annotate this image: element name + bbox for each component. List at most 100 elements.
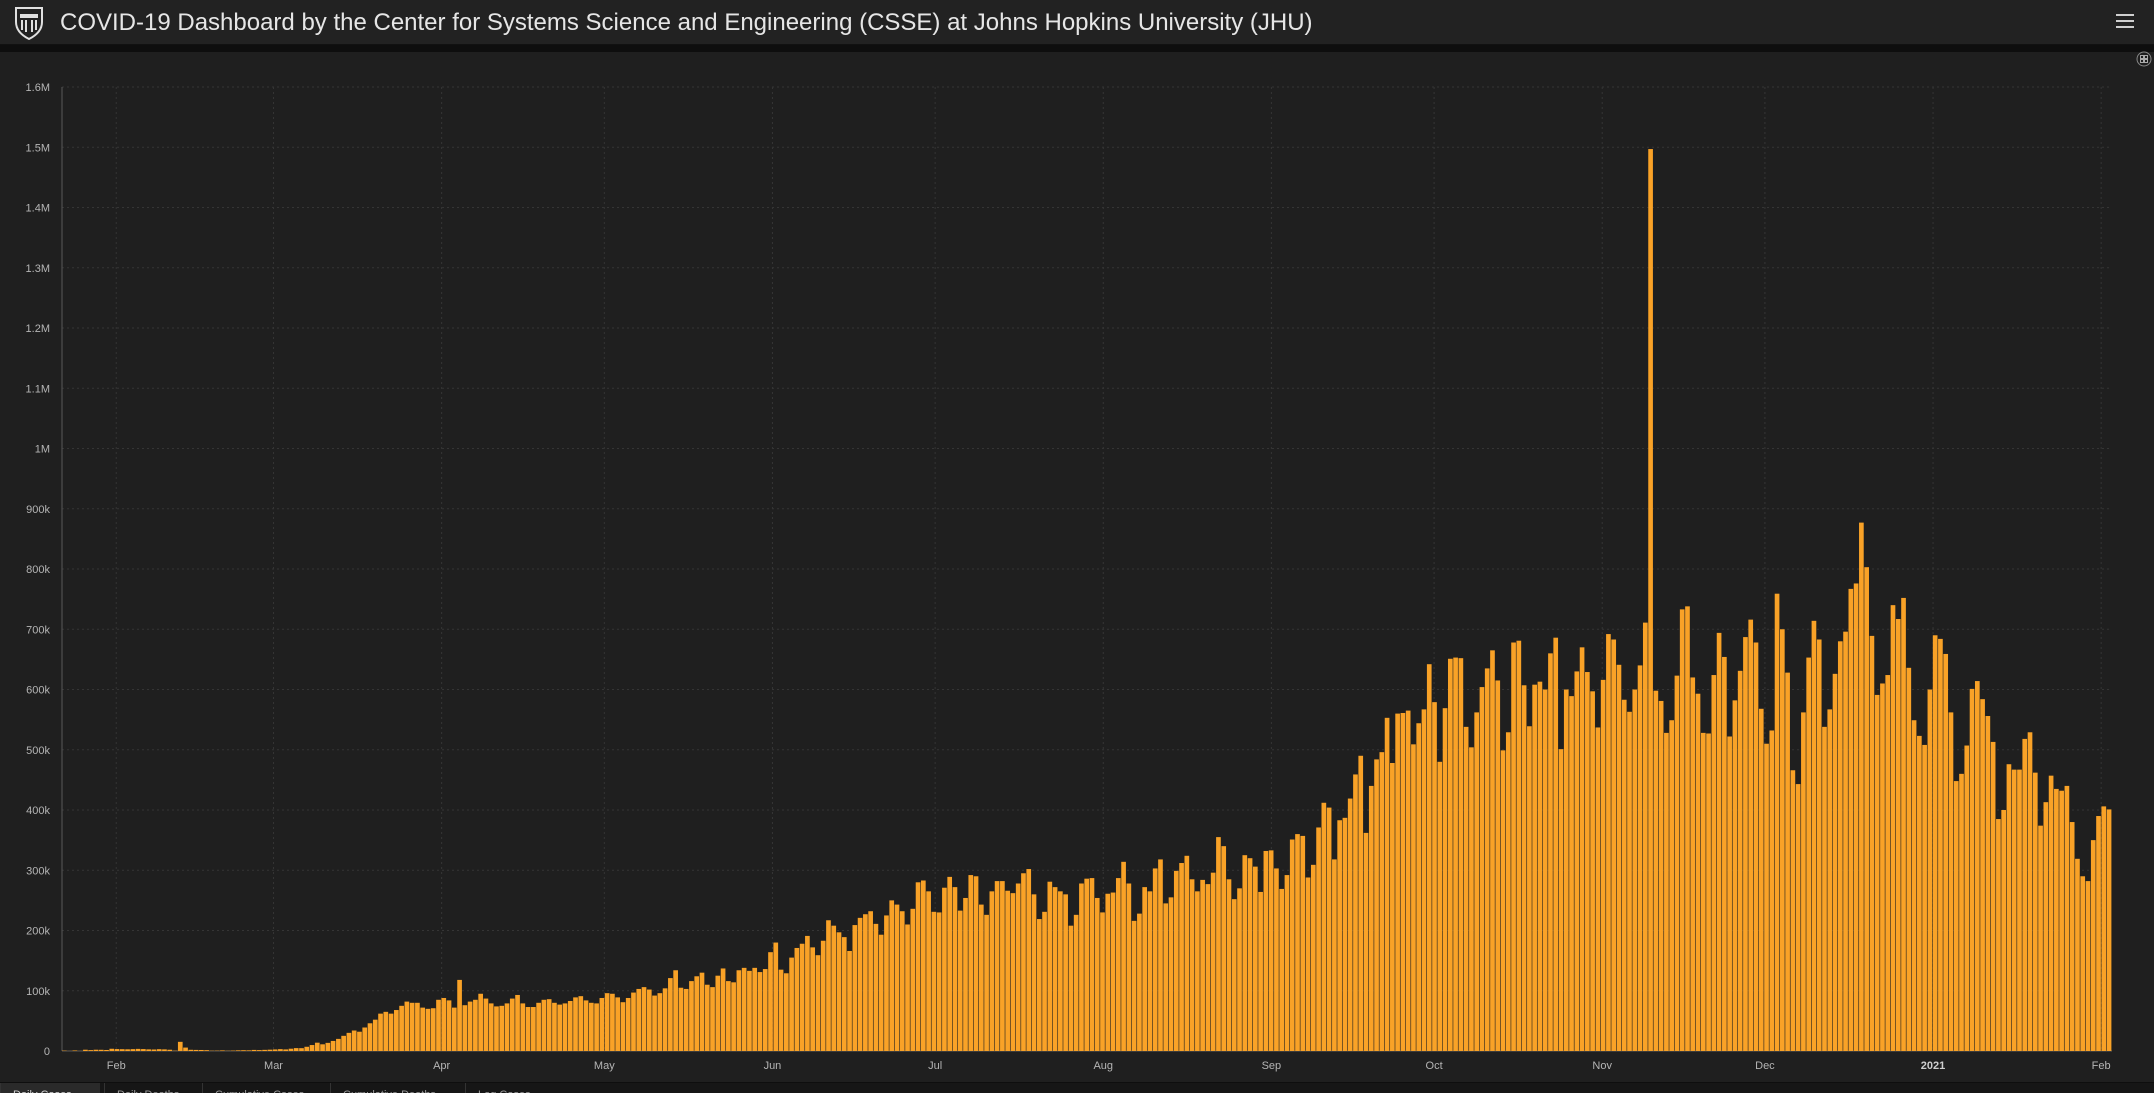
bar[interactable] <box>1527 726 1532 1051</box>
bar[interactable] <box>525 1007 531 1051</box>
bar[interactable] <box>1611 639 1617 1051</box>
bar[interactable] <box>905 924 910 1051</box>
bar[interactable] <box>699 972 705 1051</box>
bar[interactable] <box>409 1002 415 1051</box>
bar[interactable] <box>1606 634 1611 1051</box>
bar[interactable] <box>1679 609 1685 1051</box>
bar[interactable] <box>2059 790 2064 1051</box>
bar[interactable] <box>1200 879 1205 1051</box>
bar[interactable] <box>1722 656 1727 1051</box>
bar[interactable] <box>631 992 636 1051</box>
bar[interactable] <box>183 1047 188 1051</box>
bar[interactable] <box>1342 817 1348 1051</box>
bar[interactable] <box>1305 877 1311 1051</box>
bar[interactable] <box>1505 732 1511 1051</box>
bar[interactable] <box>1642 622 1648 1051</box>
bar[interactable] <box>267 1049 273 1051</box>
bar[interactable] <box>1822 726 1827 1051</box>
bar[interactable] <box>483 998 489 1051</box>
bar[interactable] <box>1959 773 1964 1051</box>
bar[interactable] <box>625 997 631 1051</box>
bar[interactable] <box>272 1049 278 1051</box>
bar[interactable] <box>1779 629 1785 1051</box>
bar[interactable] <box>636 988 642 1051</box>
bar[interactable] <box>710 987 715 1051</box>
bar[interactable] <box>668 978 673 1051</box>
bar[interactable] <box>162 1049 167 1051</box>
jhu-shield-icon[interactable] <box>13 6 45 40</box>
bar[interactable] <box>1463 726 1469 1051</box>
expand-icon[interactable] <box>2136 51 2152 67</box>
bar[interactable] <box>1258 891 1263 1051</box>
bar[interactable] <box>177 1041 183 1051</box>
bar[interactable] <box>488 1003 494 1051</box>
bar[interactable] <box>1321 802 1327 1051</box>
bar[interactable] <box>1195 891 1200 1051</box>
bar[interactable] <box>1416 723 1422 1051</box>
bar[interactable] <box>1411 744 1416 1051</box>
bar[interactable] <box>1943 653 1949 1051</box>
bar[interactable] <box>1938 638 1943 1051</box>
bar[interactable] <box>899 911 905 1051</box>
bar[interactable] <box>799 943 805 1051</box>
bar[interactable] <box>2106 809 2112 1051</box>
bar[interactable] <box>372 1019 378 1051</box>
bar[interactable] <box>2017 769 2022 1051</box>
bar[interactable] <box>1806 657 1812 1051</box>
bar[interactable] <box>921 880 926 1051</box>
bar[interactable] <box>1653 690 1659 1051</box>
bar[interactable] <box>2054 788 2059 1051</box>
bar[interactable] <box>557 1004 563 1051</box>
bar[interactable] <box>288 1048 294 1051</box>
bar[interactable] <box>1405 710 1411 1051</box>
bar[interactable] <box>794 947 800 1051</box>
bar[interactable] <box>1737 670 1743 1051</box>
bar[interactable] <box>588 1002 594 1051</box>
bar[interactable] <box>104 1049 109 1051</box>
bar[interactable] <box>1632 689 1638 1052</box>
bar[interactable] <box>1621 699 1627 1051</box>
bar[interactable] <box>1326 807 1332 1051</box>
bar[interactable] <box>736 970 742 1051</box>
bar[interactable] <box>1184 855 1190 1051</box>
bar[interactable] <box>2080 876 2086 1051</box>
bar[interactable] <box>926 891 931 1051</box>
bar[interactable] <box>1268 850 1274 1051</box>
bar[interactable] <box>1727 736 1732 1052</box>
bar[interactable] <box>1221 846 1227 1051</box>
bar[interactable] <box>1437 761 1443 1051</box>
bar[interactable] <box>552 1002 557 1051</box>
bar[interactable] <box>1137 913 1142 1051</box>
bar[interactable] <box>1700 732 1706 1051</box>
bar[interactable] <box>1379 752 1385 1051</box>
bar[interactable] <box>151 1049 157 1051</box>
bar[interactable] <box>251 1049 257 1051</box>
bar[interactable] <box>873 923 879 1051</box>
bar[interactable] <box>1811 620 1817 1051</box>
bar[interactable] <box>1363 832 1369 1051</box>
bar[interactable] <box>599 997 605 1051</box>
bar[interactable] <box>1996 819 2001 1051</box>
bar[interactable] <box>1010 893 1016 1051</box>
bar[interactable] <box>857 917 863 1051</box>
bar[interactable] <box>167 1049 173 1051</box>
bar[interactable] <box>720 968 726 1051</box>
bar[interactable] <box>1590 691 1595 1051</box>
bar[interactable] <box>2064 785 2070 1051</box>
bar[interactable] <box>1216 837 1221 1051</box>
bar[interactable] <box>473 999 478 1051</box>
bar[interactable] <box>562 1003 568 1051</box>
bar[interactable] <box>683 988 689 1051</box>
bar[interactable] <box>894 904 900 1051</box>
bar[interactable] <box>330 1040 336 1051</box>
bar[interactable] <box>1453 657 1458 1051</box>
bar[interactable] <box>963 897 968 1051</box>
bar[interactable] <box>1769 730 1775 1051</box>
bar[interactable] <box>199 1049 204 1051</box>
bar[interactable] <box>2011 769 2017 1051</box>
bar[interactable] <box>1384 717 1390 1051</box>
bar[interactable] <box>1859 522 1864 1051</box>
bar[interactable] <box>1948 712 1954 1051</box>
bar[interactable] <box>1284 875 1290 1051</box>
bar[interactable] <box>1310 864 1316 1051</box>
